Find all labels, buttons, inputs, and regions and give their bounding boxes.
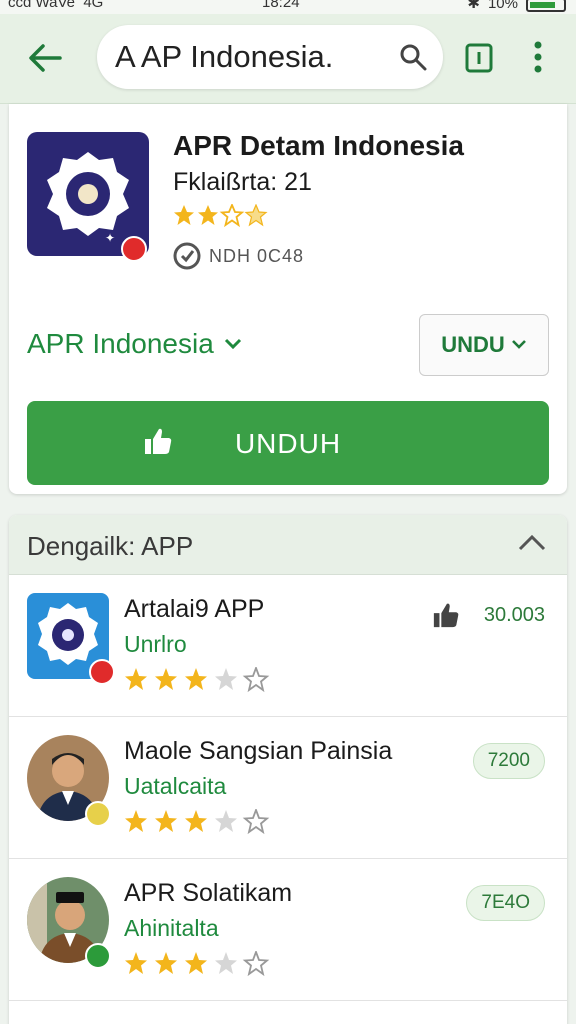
app-subtitle: Fklaißrta: 21 xyxy=(173,168,312,196)
battery-percent: 10% xyxy=(487,0,518,12)
app-detail-card: ✦ APR Detam Indonesia Fklaißrta: 21 NDH … xyxy=(9,104,567,494)
more-options-icon[interactable] xyxy=(528,38,548,78)
app-badge-icon xyxy=(89,659,115,685)
item-meta: 30.003 xyxy=(432,601,545,629)
developer-link[interactable]: APR Indonesia xyxy=(27,328,242,360)
item-developer: Ahinitalta xyxy=(124,915,219,941)
item-meta: 7200 xyxy=(472,743,545,779)
app-id: NDH 0C48 xyxy=(209,245,305,266)
item-pill: 7200 xyxy=(472,743,545,779)
status-bar: ccd WaVe 4G 18:24 ✱ 10% xyxy=(0,0,576,14)
avatar xyxy=(27,877,111,969)
app-id-row: NDH 0C48 xyxy=(173,242,304,270)
tabs-icon[interactable] xyxy=(464,42,494,74)
bluetooth-icon: ✱ xyxy=(467,0,480,12)
item-pill: 7E4O xyxy=(466,885,545,921)
item-rating xyxy=(124,665,274,698)
carrier-label: ccd WaVe 4G xyxy=(8,0,104,11)
list-item[interactable]: APR Solatikam Ahinitalta 7E4O xyxy=(9,859,567,1001)
chevron-down-icon xyxy=(511,340,526,349)
chevron-down-icon xyxy=(224,338,241,350)
star-rating-icon xyxy=(125,949,270,977)
list-item[interactable]: Artalai9 APP Unrlro 30.003 xyxy=(9,575,567,717)
item-developer: Uatalcaita xyxy=(124,773,227,799)
item-title: Maole Sangsian Painsia xyxy=(124,737,393,765)
back-arrow-icon xyxy=(29,44,62,72)
star-rating-icon xyxy=(125,665,270,693)
app-badge-icon xyxy=(121,236,147,262)
star-rating-icon xyxy=(125,807,270,835)
download-menu-label: UNDU xyxy=(441,332,505,357)
svg-text:✦: ✦ xyxy=(105,231,115,245)
clock: 18:24 xyxy=(262,0,300,11)
item-title: APR Solatikam xyxy=(124,879,293,907)
item-title: Artalai9 APP xyxy=(124,595,265,623)
back-button[interactable] xyxy=(22,38,68,78)
item-developer: Unrlro xyxy=(124,631,187,657)
app-thumb xyxy=(27,593,115,685)
item-meta: 7E4O xyxy=(466,885,545,921)
status-icons: ✱ 10% xyxy=(467,0,566,12)
battery-icon xyxy=(526,0,566,12)
developer-name: APR Indonesia xyxy=(27,328,214,359)
chevron-up-icon[interactable] xyxy=(517,533,547,553)
install-button[interactable]: UNDUH xyxy=(27,401,549,485)
section-title: Dengailk: APP xyxy=(27,531,194,561)
search-query: A AP Indonesia. xyxy=(115,39,334,74)
app-icon: ✦ xyxy=(27,132,149,262)
list-item[interactable]: Maole Sangsian Painsia Uatalcaita 7200 xyxy=(9,717,567,859)
avatar xyxy=(27,735,111,827)
star-rating-icon xyxy=(174,202,268,228)
section-header[interactable]: Dengailk: APP xyxy=(9,515,567,575)
install-label: UNDUH xyxy=(234,428,342,459)
verified-badge-icon xyxy=(85,943,111,969)
app-rating xyxy=(173,202,283,233)
item-rating xyxy=(124,949,274,982)
search-icon[interactable] xyxy=(399,43,427,71)
verified-icon xyxy=(173,242,201,270)
top-app-bar: A AP Indonesia. xyxy=(0,14,576,104)
item-count: 30.003 xyxy=(483,603,545,626)
verified-badge-icon xyxy=(85,801,111,827)
download-menu-button[interactable]: UNDU xyxy=(419,314,549,376)
related-apps-section: Dengailk: APP Artalai9 APP Unrlro 30.003… xyxy=(9,515,567,1024)
thumbs-up-icon xyxy=(433,603,459,628)
search-field[interactable]: A AP Indonesia. xyxy=(97,25,443,89)
app-title: APR Detam Indonesia xyxy=(173,130,464,161)
item-rating xyxy=(124,807,274,840)
